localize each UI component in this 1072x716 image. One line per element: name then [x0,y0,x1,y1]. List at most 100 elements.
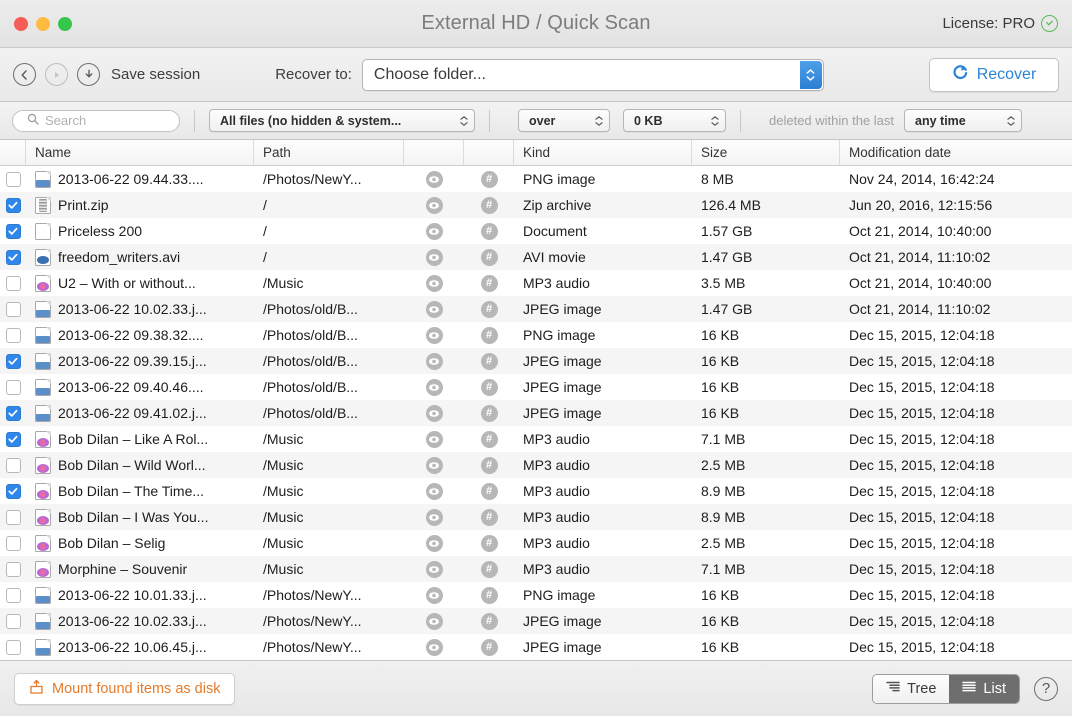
eye-icon[interactable] [425,482,443,500]
row-preview-cell[interactable] [404,608,464,634]
row-checkbox-cell[interactable] [0,296,26,322]
hash-icon[interactable]: # [480,612,498,630]
eye-icon[interactable] [425,222,443,240]
hash-icon[interactable]: # [480,586,498,604]
table-row[interactable]: 2013-06-22 10.01.33.j... /Photos/NewY... #… [0,582,1072,608]
row-hex-cell[interactable]: # [464,530,514,556]
row-preview-cell[interactable] [404,400,464,426]
row-hex-cell[interactable]: # [464,582,514,608]
row-name-cell[interactable]: 2013-06-22 10.02.33.j... [26,296,254,322]
hash-icon[interactable]: # [480,170,498,188]
row-name-cell[interactable]: Priceless 200 [26,218,254,244]
row-checkbox-cell[interactable] [0,608,26,634]
hash-icon[interactable]: # [480,196,498,214]
eye-icon[interactable] [425,508,443,526]
row-hex-cell[interactable]: # [464,608,514,634]
row-hex-cell[interactable]: # [464,166,514,192]
eye-icon[interactable] [425,196,443,214]
row-checkbox-cell[interactable] [0,478,26,504]
row-checkbox-cell[interactable] [0,634,26,660]
row-name-cell[interactable]: U2 – With or without... [26,270,254,296]
table-row[interactable]: 2013-06-22 10.02.33.j... /Photos/old/B...… [0,296,1072,322]
row-checkbox[interactable] [5,509,21,525]
row-checkbox[interactable] [5,379,21,395]
row-checkbox-cell[interactable] [0,426,26,452]
row-preview-cell[interactable] [404,426,464,452]
row-preview-cell[interactable] [404,452,464,478]
row-hex-cell[interactable]: # [464,270,514,296]
row-name-cell[interactable]: freedom_writers.avi [26,244,254,270]
eye-icon[interactable] [425,378,443,396]
row-checkbox[interactable] [5,431,21,447]
row-preview-cell[interactable] [404,166,464,192]
size-comparator-select[interactable]: over [518,109,610,132]
row-name-cell[interactable]: Print.zip [26,192,254,218]
row-checkbox[interactable] [5,535,21,551]
table-row[interactable]: freedom_writers.avi / # AVI movie 1.47 GB Oct… [0,244,1072,270]
row-checkbox[interactable] [5,587,21,603]
row-name-cell[interactable]: 2013-06-22 10.02.33.j... [26,608,254,634]
size-threshold-select[interactable]: 0 KB [623,109,726,132]
list-view-button[interactable]: List [949,674,1019,703]
eye-icon[interactable] [425,612,443,630]
table-row[interactable]: 2013-06-22 09.44.33.... /Photos/NewY... # P… [0,166,1072,192]
table-row[interactable]: 2013-06-22 09.38.32.... /Photos/old/B... #… [0,322,1072,348]
eye-icon[interactable] [425,300,443,318]
mount-found-items-button[interactable]: Mount found items as disk [14,672,236,705]
row-name-cell[interactable]: Bob Dilan – Wild Worl... [26,452,254,478]
recover-button[interactable]: Recover [929,57,1059,92]
row-preview-cell[interactable] [404,634,464,660]
search-input[interactable]: Search [12,109,180,132]
eye-icon[interactable] [425,248,443,266]
eye-icon[interactable] [425,534,443,552]
row-name-cell[interactable]: Morphine – Souvenir [26,556,254,582]
close-button[interactable] [14,16,28,31]
row-checkbox-cell[interactable] [0,452,26,478]
table-row[interactable]: Bob Dilan – Selig/Music # MP3 audio 2.5 MB D… [0,530,1072,556]
row-checkbox-cell[interactable] [0,166,26,192]
row-name-cell[interactable]: 2013-06-22 10.01.33.j... [26,582,254,608]
row-checkbox[interactable] [5,561,21,577]
hash-icon[interactable]: # [480,404,498,422]
row-hex-cell[interactable]: # [464,556,514,582]
eye-icon[interactable] [425,352,443,370]
row-name-cell[interactable]: 2013-06-22 09.41.02.j... [26,400,254,426]
row-checkbox-cell[interactable] [0,322,26,348]
row-preview-cell[interactable] [404,218,464,244]
row-hex-cell[interactable]: # [464,244,514,270]
row-name-cell[interactable]: 2013-06-22 09.38.32.... [26,322,254,348]
row-hex-cell[interactable]: # [464,322,514,348]
hash-icon[interactable]: # [480,352,498,370]
eye-icon[interactable] [425,586,443,604]
table-row[interactable]: 2013-06-22 09.41.02.j... /Photos/old/B...… [0,400,1072,426]
table-row[interactable]: Print.zip / # Zip archive 126.4 MB Jun 20, 20… [0,192,1072,218]
eye-icon[interactable] [425,430,443,448]
row-hex-cell[interactable]: # [464,452,514,478]
row-preview-cell[interactable] [404,322,464,348]
row-checkbox-cell[interactable] [0,582,26,608]
hash-icon[interactable]: # [480,378,498,396]
row-checkbox-cell[interactable] [0,374,26,400]
maximize-button[interactable] [58,16,72,31]
column-header-size[interactable]: Size [692,140,840,165]
deleted-time-select[interactable]: any time [904,109,1023,132]
column-header-name[interactable]: Name [26,140,254,165]
table-row[interactable]: U2 – With or without... /Music # MP3 audio 3… [0,270,1072,296]
row-checkbox-cell[interactable] [0,348,26,374]
row-preview-cell[interactable] [404,374,464,400]
minimize-button[interactable] [36,16,50,31]
column-header-select-all[interactable] [0,140,26,165]
hash-icon[interactable]: # [480,326,498,344]
table-row[interactable]: 2013-06-22 09.39.15.j... /Photos/old/B...… [0,348,1072,374]
row-hex-cell[interactable]: # [464,634,514,660]
license-badge[interactable]: License: PRO [942,15,1072,32]
row-checkbox-cell[interactable] [0,218,26,244]
destination-folder-select[interactable]: Choose folder... [361,58,824,91]
row-checkbox[interactable] [5,483,21,499]
hash-icon[interactable]: # [480,274,498,292]
row-checkbox[interactable] [5,223,21,239]
row-hex-cell[interactable]: # [464,504,514,530]
row-preview-cell[interactable] [404,478,464,504]
chevron-updown-icon[interactable] [799,60,822,89]
row-hex-cell[interactable]: # [464,374,514,400]
